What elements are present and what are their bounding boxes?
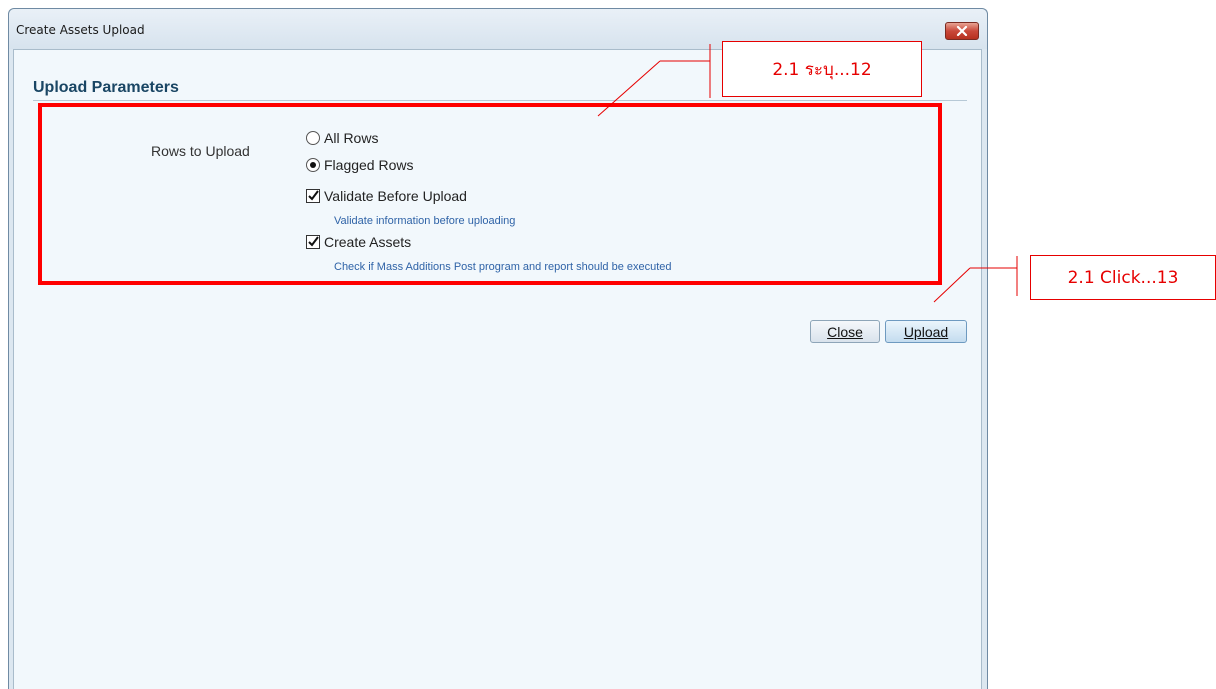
- callout-step-12-text: 2.1 ระบุ...12: [772, 59, 872, 80]
- callout-step-13: 2.1 Click...13: [1030, 255, 1216, 300]
- callout-step-13-text: 2.1 Click...13: [1067, 267, 1179, 288]
- callout-leader-lines: [597, 44, 1018, 303]
- callout-step-12: 2.1 ระบุ...12: [722, 41, 922, 97]
